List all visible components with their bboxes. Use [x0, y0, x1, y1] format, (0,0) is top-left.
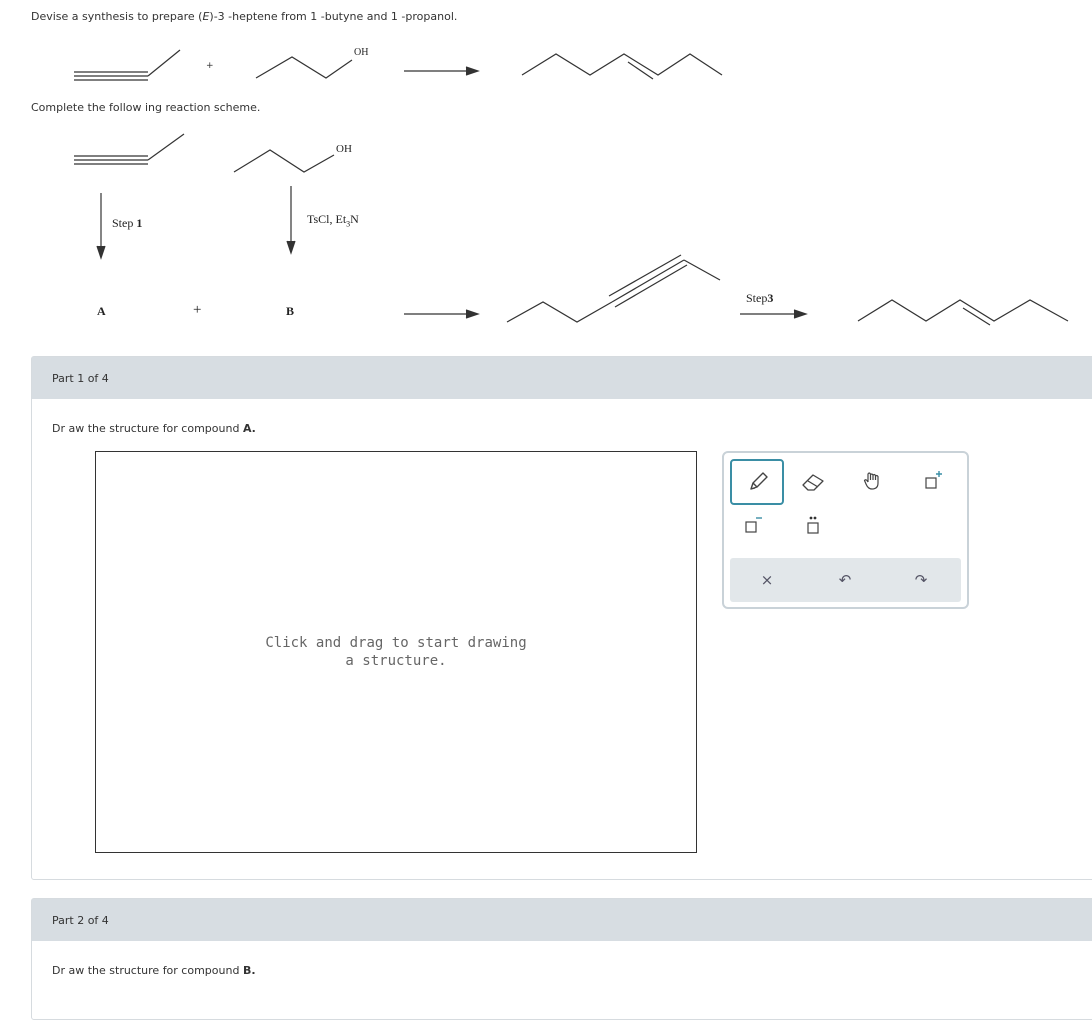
close-icon: × [760, 571, 774, 589]
final-heptene-structure [857, 299, 1069, 326]
undo-button[interactable]: ↶ [822, 558, 868, 602]
part1-header: Part 1 of 4 [32, 357, 1092, 399]
toolbar-actions: × ↶ ↷ [730, 558, 961, 602]
scheme-oh-label: OH [336, 143, 352, 155]
undo-icon: ↶ [838, 571, 852, 589]
decrease-charge-icon [745, 517, 762, 533]
coupling-arrow [404, 309, 480, 319]
pencil-tool-button[interactable] [730, 459, 784, 505]
plus-sign-2: + [193, 302, 202, 318]
increase-charge-button[interactable] [910, 461, 956, 501]
scheme-butyne [74, 133, 185, 165]
step2-arrow [286, 186, 296, 255]
lone-pair-button[interactable] [790, 505, 836, 545]
pencil-icon [750, 472, 768, 490]
drawing-toolbar: × ↶ ↷ [722, 451, 969, 609]
heptene-structure [521, 53, 723, 80]
butyne-structure [74, 49, 181, 81]
overview-reaction-diagram [74, 49, 1069, 326]
part1-prompt: Dr aw the structure for compound A. [52, 422, 256, 435]
lone-pair-icon [807, 516, 819, 534]
drawing-canvas[interactable]: Click and drag to start drawing a struct… [95, 451, 697, 853]
heptyne-structure [506, 254, 721, 323]
hand-tool-button[interactable] [850, 461, 896, 501]
canvas-hint: Click and drag to start drawing a struct… [265, 635, 527, 669]
hand-icon [863, 472, 879, 490]
clear-button[interactable]: × [744, 558, 790, 602]
step3-label: Step3 [746, 291, 774, 305]
propanol-structure [255, 56, 353, 79]
redo-icon: ↷ [914, 571, 928, 589]
plus-sign: + [206, 61, 214, 71]
step1-label: Step 1 [112, 216, 143, 230]
compound-a-label: A [97, 304, 106, 318]
part2-header: Part 2 of 4 [32, 899, 1092, 941]
scheme-instruction: Complete the follow ing reaction scheme. [31, 101, 261, 114]
reaction-arrow [404, 66, 480, 76]
oh-label: OH [354, 47, 369, 58]
compound-b-label: B [286, 304, 295, 318]
eraser-icon [802, 474, 824, 491]
redo-button[interactable]: ↷ [898, 558, 944, 602]
increase-charge-icon [925, 471, 942, 489]
reagent-label: TsCl, Et3N [307, 212, 359, 229]
decrease-charge-button[interactable] [730, 505, 776, 545]
part1-card: Part 1 of 4 Dr aw the structure for comp… [31, 356, 1092, 880]
scheme-propanol [233, 149, 335, 173]
part2-card: Part 2 of 4 Dr aw the structure for comp… [31, 898, 1092, 1020]
step3-arrow [740, 309, 808, 319]
part2-prompt: Dr aw the structure for compound B. [52, 964, 256, 977]
step1-arrow [96, 193, 106, 260]
eraser-tool-button[interactable] [790, 461, 836, 501]
